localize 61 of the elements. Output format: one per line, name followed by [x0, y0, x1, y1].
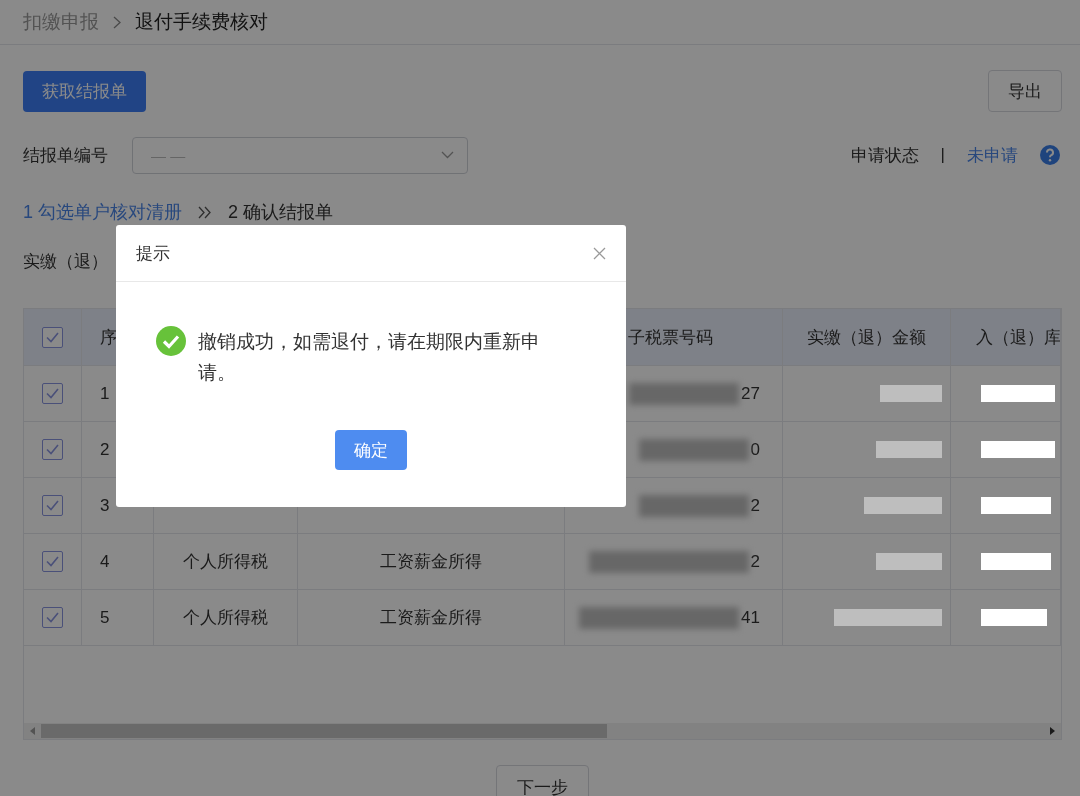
next-step-button[interactable]: 下一步: [496, 765, 589, 796]
close-icon[interactable]: [593, 246, 606, 260]
table-cell: 41: [741, 607, 760, 628]
redaction-mark: [876, 553, 942, 570]
chevron-right-icon: [113, 15, 121, 29]
table-cell: 27: [741, 383, 760, 404]
table-cell: 1: [100, 383, 110, 404]
checkmark-icon: [46, 500, 59, 511]
checkbox[interactable]: [42, 439, 63, 460]
table-cell-text: 工资薪金所得: [380, 607, 482, 629]
export-button[interactable]: 导出: [988, 70, 1062, 112]
step-label[interactable]: 2 确认结报单: [228, 200, 334, 224]
step-label[interactable]: 1 勾选单户核对清册: [23, 200, 182, 224]
checkbox[interactable]: [42, 383, 63, 404]
table-cell-text: 工资薪金所得: [380, 551, 482, 573]
column-header: 子税票号码: [628, 326, 713, 349]
checkmark-icon: [46, 388, 59, 399]
dialog-message: 撤销成功，如需退付，请在期限内重新申请。: [198, 330, 541, 385]
field-label: 结报单编号: [23, 144, 108, 167]
table-cell: 2: [750, 495, 760, 516]
scrollbar-thumb[interactable]: [41, 724, 607, 738]
separator: |: [940, 145, 945, 165]
redaction-mark: [981, 497, 1051, 514]
table-cell-text: 个人所得税: [183, 607, 268, 629]
table-cell: 3: [100, 495, 110, 516]
fetch-button[interactable]: 获取结报单: [23, 70, 146, 112]
checkmark-icon: [46, 331, 59, 343]
confirm-button[interactable]: 确定: [335, 430, 407, 470]
table-cell: 4: [100, 551, 110, 572]
breadcrumb-item[interactable]: 退付手续费核对: [135, 9, 268, 35]
scroll-left-icon[interactable]: [30, 727, 35, 735]
column-header: 序: [100, 326, 117, 349]
redaction-mark: [981, 609, 1047, 626]
checkmark-icon: [46, 556, 59, 567]
table-cell: 5: [100, 607, 110, 628]
success-check-icon: [156, 326, 186, 356]
select-field[interactable]: — —: [132, 136, 468, 174]
table-cell: 0: [750, 439, 760, 460]
table-cell: 2: [100, 439, 110, 460]
status-label: 申请状态: [850, 144, 919, 167]
table-cell: 2: [750, 551, 760, 572]
help-icon[interactable]: [1040, 145, 1060, 165]
checkbox[interactable]: [42, 326, 63, 348]
table-cell-text: 个人所得税: [183, 551, 268, 573]
redaction-mark: [876, 441, 942, 458]
horizontal-scrollbar[interactable]: [24, 723, 1061, 739]
redaction-mark: [880, 385, 942, 402]
column-header: 入（退）库: [976, 326, 1060, 349]
redaction-mark: [981, 553, 1051, 570]
checkmark-icon: [46, 444, 59, 455]
chevron-down-icon[interactable]: [441, 150, 454, 159]
checkbox[interactable]: [42, 551, 63, 572]
checkbox[interactable]: [42, 607, 63, 628]
dialog-title: 提示: [136, 242, 170, 265]
status-link[interactable]: 未申请: [967, 143, 1018, 167]
amount-label: 实缴（退）: [23, 251, 108, 273]
double-chevron-icon: [198, 205, 212, 219]
checkmark-icon: [46, 612, 59, 623]
column-header: 实缴（退）金额: [807, 326, 926, 349]
checkbox[interactable]: [42, 495, 63, 516]
scroll-right-icon[interactable]: [1050, 727, 1055, 735]
